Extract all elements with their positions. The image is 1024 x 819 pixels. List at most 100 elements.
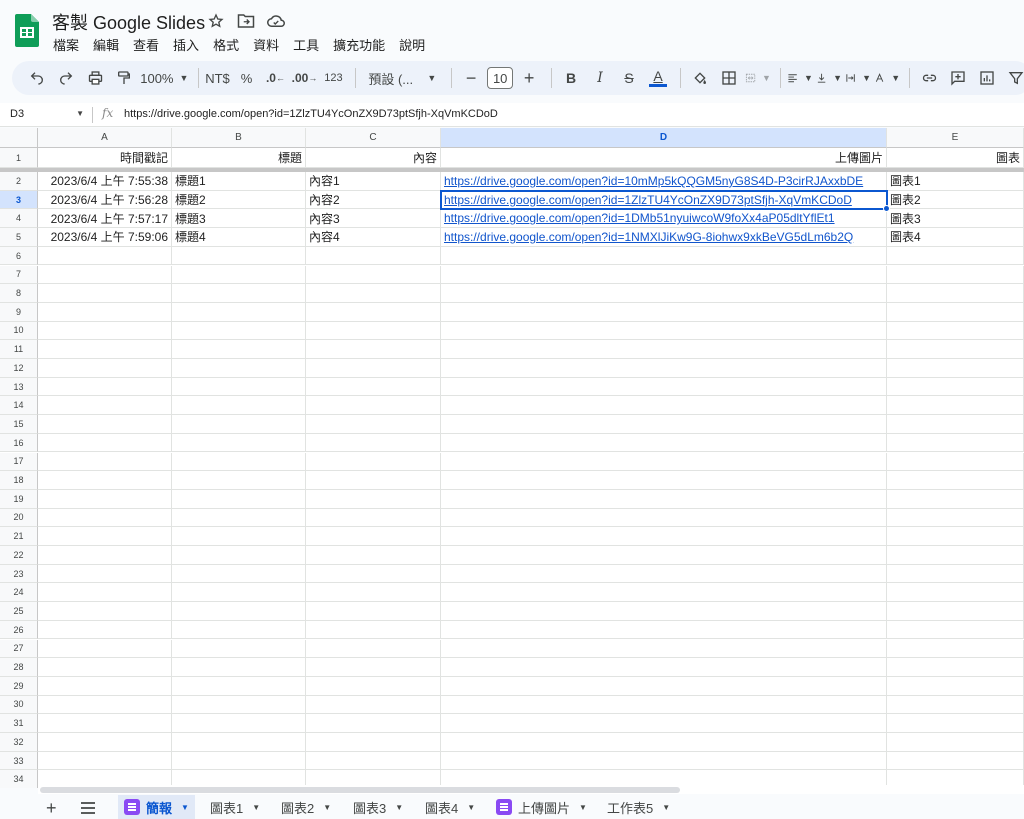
borders-icon[interactable] bbox=[716, 64, 742, 92]
italic-button[interactable]: I bbox=[587, 64, 613, 92]
row-header-34[interactable]: 34 bbox=[0, 770, 38, 788]
row-header-21[interactable]: 21 bbox=[0, 527, 38, 546]
bold-button[interactable]: B bbox=[558, 64, 584, 92]
table-cell[interactable] bbox=[306, 583, 441, 603]
table-cell[interactable] bbox=[441, 751, 887, 771]
column-header-a[interactable]: A bbox=[38, 128, 172, 148]
table-cell[interactable] bbox=[306, 564, 441, 584]
table-cell[interactable] bbox=[172, 714, 306, 733]
table-cell[interactable] bbox=[887, 751, 1024, 771]
paint-format-icon[interactable] bbox=[111, 64, 137, 92]
frozen-row-divider[interactable] bbox=[0, 168, 1024, 172]
text-wrap-icon[interactable]: ▼ bbox=[845, 64, 871, 92]
table-cell[interactable]: 標題2 bbox=[172, 190, 306, 210]
table-cell[interactable] bbox=[887, 508, 1024, 528]
column-header-e[interactable]: E bbox=[887, 128, 1024, 148]
table-cell[interactable]: 標題3 bbox=[172, 209, 306, 229]
table-cell[interactable] bbox=[887, 527, 1024, 546]
strikethrough-button[interactable]: S bbox=[616, 64, 642, 92]
table-cell[interactable] bbox=[887, 695, 1024, 715]
add-sheet-button[interactable]: + bbox=[46, 797, 57, 819]
redo-icon[interactable] bbox=[53, 64, 79, 92]
table-cell[interactable] bbox=[887, 340, 1024, 359]
table-cell[interactable] bbox=[38, 583, 172, 603]
table-cell[interactable] bbox=[441, 602, 887, 621]
link-cell[interactable]: https://drive.google.com/open?id=10mMp5k… bbox=[441, 172, 887, 191]
column-header-b[interactable]: B bbox=[172, 128, 306, 148]
table-cell[interactable] bbox=[306, 377, 441, 397]
horizontal-align-icon[interactable]: ▼ bbox=[787, 64, 813, 92]
table-cell[interactable] bbox=[38, 620, 172, 640]
table-cell[interactable] bbox=[306, 396, 441, 416]
link-cell[interactable]: https://drive.google.com/open?id=1NMXlJi… bbox=[441, 228, 887, 247]
table-cell[interactable] bbox=[306, 265, 441, 285]
sheet-tab-3[interactable]: 圖表2 ▼ bbox=[275, 795, 337, 819]
row-header-24[interactable]: 24 bbox=[0, 583, 38, 603]
row-header-2[interactable]: 2 bbox=[0, 172, 38, 191]
row-header-14[interactable]: 14 bbox=[0, 396, 38, 416]
menu-format[interactable]: 格式 bbox=[213, 35, 239, 54]
table-cell[interactable] bbox=[306, 415, 441, 434]
table-cell[interactable] bbox=[306, 620, 441, 640]
decrease-font-size-button[interactable]: − bbox=[458, 64, 484, 92]
document-title[interactable]: 客製 Google Slides bbox=[52, 9, 205, 35]
table-cell[interactable] bbox=[441, 639, 887, 659]
table-cell[interactable] bbox=[306, 284, 441, 303]
table-cell[interactable] bbox=[441, 359, 887, 378]
column-title-cell[interactable]: 圖表 bbox=[887, 148, 1024, 168]
row-header-9[interactable]: 9 bbox=[0, 302, 38, 322]
zoom-select[interactable]: 100% ▼ bbox=[140, 64, 189, 92]
row-header-30[interactable]: 30 bbox=[0, 695, 38, 715]
row-header-15[interactable]: 15 bbox=[0, 415, 38, 434]
menu-data[interactable]: 資料 bbox=[253, 35, 279, 54]
vertical-align-icon[interactable]: ▼ bbox=[816, 64, 842, 92]
table-cell[interactable] bbox=[887, 377, 1024, 397]
table-cell[interactable] bbox=[172, 452, 306, 472]
sheet-tab-7[interactable]: 工作表5 ▼ bbox=[601, 795, 676, 819]
row-header-6[interactable]: 6 bbox=[0, 246, 38, 266]
table-cell[interactable] bbox=[172, 433, 306, 453]
row-header-5[interactable]: 5 bbox=[0, 228, 38, 247]
row-header-29[interactable]: 29 bbox=[0, 676, 38, 696]
link-cell[interactable]: https://drive.google.com/open?id=1ZlzTU4… bbox=[441, 190, 887, 210]
table-cell[interactable] bbox=[306, 452, 441, 472]
row-header-23[interactable]: 23 bbox=[0, 564, 38, 584]
table-cell[interactable] bbox=[306, 471, 441, 490]
table-cell[interactable] bbox=[887, 415, 1024, 434]
menu-extensions[interactable]: 擴充功能 bbox=[333, 35, 385, 54]
row-header-28[interactable]: 28 bbox=[0, 658, 38, 677]
font-size-input[interactable]: 10 bbox=[487, 64, 514, 92]
table-cell[interactable] bbox=[887, 714, 1024, 733]
table-cell[interactable] bbox=[306, 639, 441, 659]
move-folder-icon[interactable] bbox=[236, 11, 256, 31]
row-header-25[interactable]: 25 bbox=[0, 602, 38, 621]
table-cell[interactable] bbox=[441, 527, 887, 546]
table-cell[interactable] bbox=[441, 546, 887, 565]
spreadsheet-grid[interactable]: A B C D E 1 時間戳記 標題 內容 上傳圖片 圖表 2 2023/6/4 上午 7:55:38… bbox=[0, 128, 1024, 788]
table-cell[interactable] bbox=[38, 564, 172, 584]
table-cell[interactable] bbox=[38, 508, 172, 528]
table-cell[interactable] bbox=[172, 602, 306, 621]
table-cell[interactable] bbox=[441, 695, 887, 715]
table-cell[interactable] bbox=[887, 733, 1024, 752]
star-icon[interactable] bbox=[206, 11, 226, 31]
table-cell[interactable] bbox=[887, 246, 1024, 266]
table-cell[interactable] bbox=[38, 377, 172, 397]
increase-font-size-button[interactable]: + bbox=[516, 64, 542, 92]
row-header-3[interactable]: 3 bbox=[0, 190, 38, 210]
table-cell[interactable] bbox=[441, 396, 887, 416]
table-cell[interactable] bbox=[38, 321, 172, 341]
cloud-saved-icon[interactable] bbox=[266, 11, 286, 31]
chevron-down-icon[interactable]: ▼ bbox=[323, 803, 331, 812]
row-header-11[interactable]: 11 bbox=[0, 340, 38, 359]
table-cell[interactable] bbox=[38, 340, 172, 359]
table-cell[interactable] bbox=[306, 602, 441, 621]
table-cell[interactable] bbox=[172, 265, 306, 285]
row-header-7[interactable]: 7 bbox=[0, 265, 38, 285]
table-cell[interactable]: 2023/6/4 上午 7:57:17 bbox=[38, 209, 172, 229]
row-header-8[interactable]: 8 bbox=[0, 284, 38, 303]
table-cell[interactable] bbox=[38, 695, 172, 715]
table-cell[interactable] bbox=[441, 508, 887, 528]
table-cell[interactable] bbox=[441, 265, 887, 285]
table-cell[interactable] bbox=[38, 751, 172, 771]
